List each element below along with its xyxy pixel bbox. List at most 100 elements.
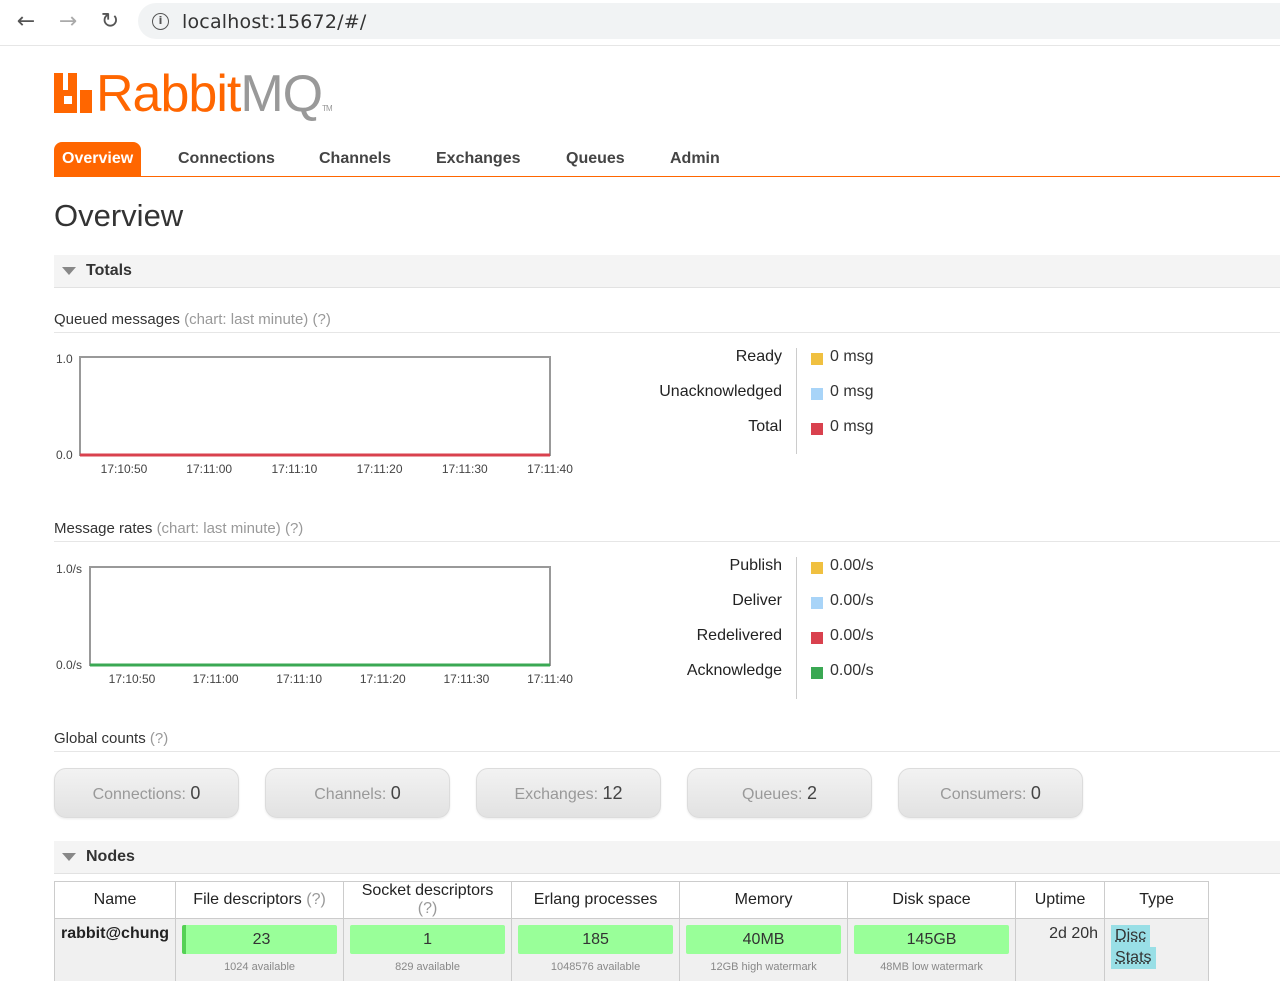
help-link[interactable]: (?) <box>418 900 438 917</box>
count-label: Channels: <box>314 786 387 803</box>
tab-overview[interactable]: Overview <box>54 142 142 176</box>
chart-plot-area <box>89 566 551 666</box>
legend-value: 0.00/s <box>830 627 874 644</box>
tab-admin[interactable]: Admin <box>670 142 720 176</box>
global-counts-help-link[interactable]: (?) <box>150 730 168 747</box>
disk-cell: 145GB 48MB low watermark <box>847 918 1017 981</box>
totals-header: Totals <box>86 262 132 279</box>
memory-cell: 40MB 12GB high watermark <box>679 918 849 981</box>
tab-channels[interactable]: Channels <box>319 142 391 176</box>
col-erlang-processes[interactable]: Erlang processes <box>511 881 681 919</box>
info-icon[interactable]: i <box>152 13 169 30</box>
disk-space-sub: 48MB low watermark <box>880 961 983 973</box>
file-descriptors-sub: 1024 available <box>224 961 296 973</box>
col-disk-space[interactable]: Disk space <box>847 881 1017 919</box>
legend-label[interactable]: Ready <box>736 348 782 366</box>
count-value: 12 <box>602 783 623 803</box>
page-title: Overview <box>54 198 184 233</box>
x-tick-label: 17:11:40 <box>527 672 573 686</box>
type-badge-stats[interactable]: Stats <box>1111 947 1156 969</box>
logo-wordmark: RabbitMQTM <box>96 64 333 124</box>
legend-label[interactable]: Publish <box>730 557 782 575</box>
col-label: File descriptors <box>193 891 302 908</box>
legend-swatch <box>811 667 823 679</box>
file-descriptors-bar: 23 <box>182 925 338 954</box>
col-socket-descriptors[interactable]: Socket descriptors (?) <box>343 881 513 919</box>
tab-queues[interactable]: Queues <box>566 142 625 176</box>
legend-label[interactable]: Total <box>748 418 782 436</box>
rates-chart-note[interactable]: (chart: last minute) <box>157 520 281 537</box>
count-connections[interactable]: Connections: 0 <box>54 768 239 818</box>
erlang-processes-bar: 185 <box>518 925 674 954</box>
legend-value: 0.00/s <box>830 557 874 574</box>
x-tick-label: 17:11:20 <box>357 462 403 476</box>
nodes-header: Nodes <box>86 848 135 865</box>
legend-label[interactable]: Unacknowledged <box>659 383 782 401</box>
sd-cell: 1 829 available <box>343 918 513 981</box>
legend-label[interactable]: Deliver <box>732 592 782 610</box>
count-exchanges[interactable]: Exchanges: 12 <box>476 768 661 818</box>
count-queues[interactable]: Queues: 2 <box>687 768 872 818</box>
type-cell: DiscStats <box>1104 918 1210 981</box>
y-tick-label: 1.0/s <box>56 562 82 576</box>
y-tick-label: 0.0/s <box>56 658 82 672</box>
queued-chart-note[interactable]: (chart: last minute) <box>184 311 308 328</box>
nodes-table: Name File descriptors (?) Socket descrip… <box>53 881 1210 981</box>
x-tick-label: 17:11:30 <box>443 672 489 686</box>
count-consumers[interactable]: Consumers: 0 <box>898 768 1083 818</box>
erlang-processes-sub: 1048576 available <box>550 961 641 973</box>
tab-connections[interactable]: Connections <box>178 142 275 176</box>
type-badge-disc[interactable]: Disc <box>1111 925 1151 947</box>
y-tick-label: 1.0 <box>56 352 73 366</box>
legend-row-total: Total 0 msg <box>600 418 1000 440</box>
legend-label[interactable]: Redelivered <box>697 627 782 645</box>
memory-bar: 40MB <box>686 925 842 954</box>
legend-row-deliver: Deliver 0.00/s <box>600 592 1000 614</box>
tab-exchanges[interactable]: Exchanges <box>436 142 520 176</box>
message-rates-title: Message rates <box>54 520 153 537</box>
count-value: 0 <box>190 783 201 803</box>
logo-word-rabbit: Rabbit <box>96 65 241 123</box>
message-rates-heading: Message rates (chart: last minute) (?) <box>54 520 1280 542</box>
queued-messages-chart: 1.0 0.0 17:10:50 17:11:00 17:11:10 17:11:20 17… <box>56 352 573 476</box>
rates-help-link[interactable]: (?) <box>285 520 303 537</box>
legend-swatch <box>811 597 823 609</box>
count-channels[interactable]: Channels: 0 <box>265 768 450 818</box>
count-value: 0 <box>390 783 401 803</box>
col-memory[interactable]: Memory <box>679 881 849 919</box>
node-name-link[interactable]: rabbit@chung <box>61 925 169 942</box>
message-rates-chart: 1.0/s 0.0/s 17:10:50 17:11:00 17:11:10 17:11:… <box>56 562 573 686</box>
col-file-descriptors[interactable]: File descriptors (?) <box>175 881 345 919</box>
url-text: localhost:15672/#/ <box>182 11 367 33</box>
count-value: 0 <box>1030 783 1041 803</box>
totals-section-toggle[interactable]: Totals <box>54 255 1280 288</box>
forward-arrow-icon[interactable]: → <box>54 9 82 35</box>
memory-sub: 12GB high watermark <box>710 961 817 973</box>
x-tick-label: 17:11:00 <box>193 672 239 686</box>
uptime-cell: 2d 20h <box>1015 918 1106 981</box>
back-arrow-icon[interactable]: ← <box>12 9 40 35</box>
legend-swatch <box>811 632 823 644</box>
nodes-section-toggle[interactable]: Nodes <box>54 841 1280 874</box>
help-link[interactable]: (?) <box>306 891 326 908</box>
col-type[interactable]: Type <box>1104 881 1210 919</box>
legend-swatch <box>811 562 823 574</box>
count-label: Consumers: <box>940 786 1027 803</box>
x-tick-label: 17:11:00 <box>186 462 232 476</box>
global-counts-heading: Global counts (?) <box>54 730 1280 752</box>
queued-legend: Ready 0 msg Unacknowledged 0 msg Total 0… <box>600 348 1000 458</box>
legend-value: 0 msg <box>830 383 874 400</box>
browser-toolbar: ← → ↻ i localhost:15672/#/ <box>0 0 1280 46</box>
address-bar[interactable]: i localhost:15672/#/ <box>138 3 1280 39</box>
erlang-cell: 185 1048576 available <box>511 918 681 981</box>
col-label: Socket descriptors <box>361 882 494 899</box>
col-uptime[interactable]: Uptime <box>1015 881 1106 919</box>
x-tick-label: 17:11:20 <box>360 672 406 686</box>
legend-value: 0.00/s <box>830 662 874 679</box>
legend-row-redelivered: Redelivered 0.00/s <box>600 627 1000 649</box>
col-name[interactable]: Name <box>53 881 177 919</box>
queued-help-link[interactable]: (?) <box>312 311 330 328</box>
reload-icon[interactable]: ↻ <box>96 9 124 35</box>
legend-label[interactable]: Acknowledge <box>687 662 782 680</box>
count-label: Queues: <box>742 786 803 803</box>
